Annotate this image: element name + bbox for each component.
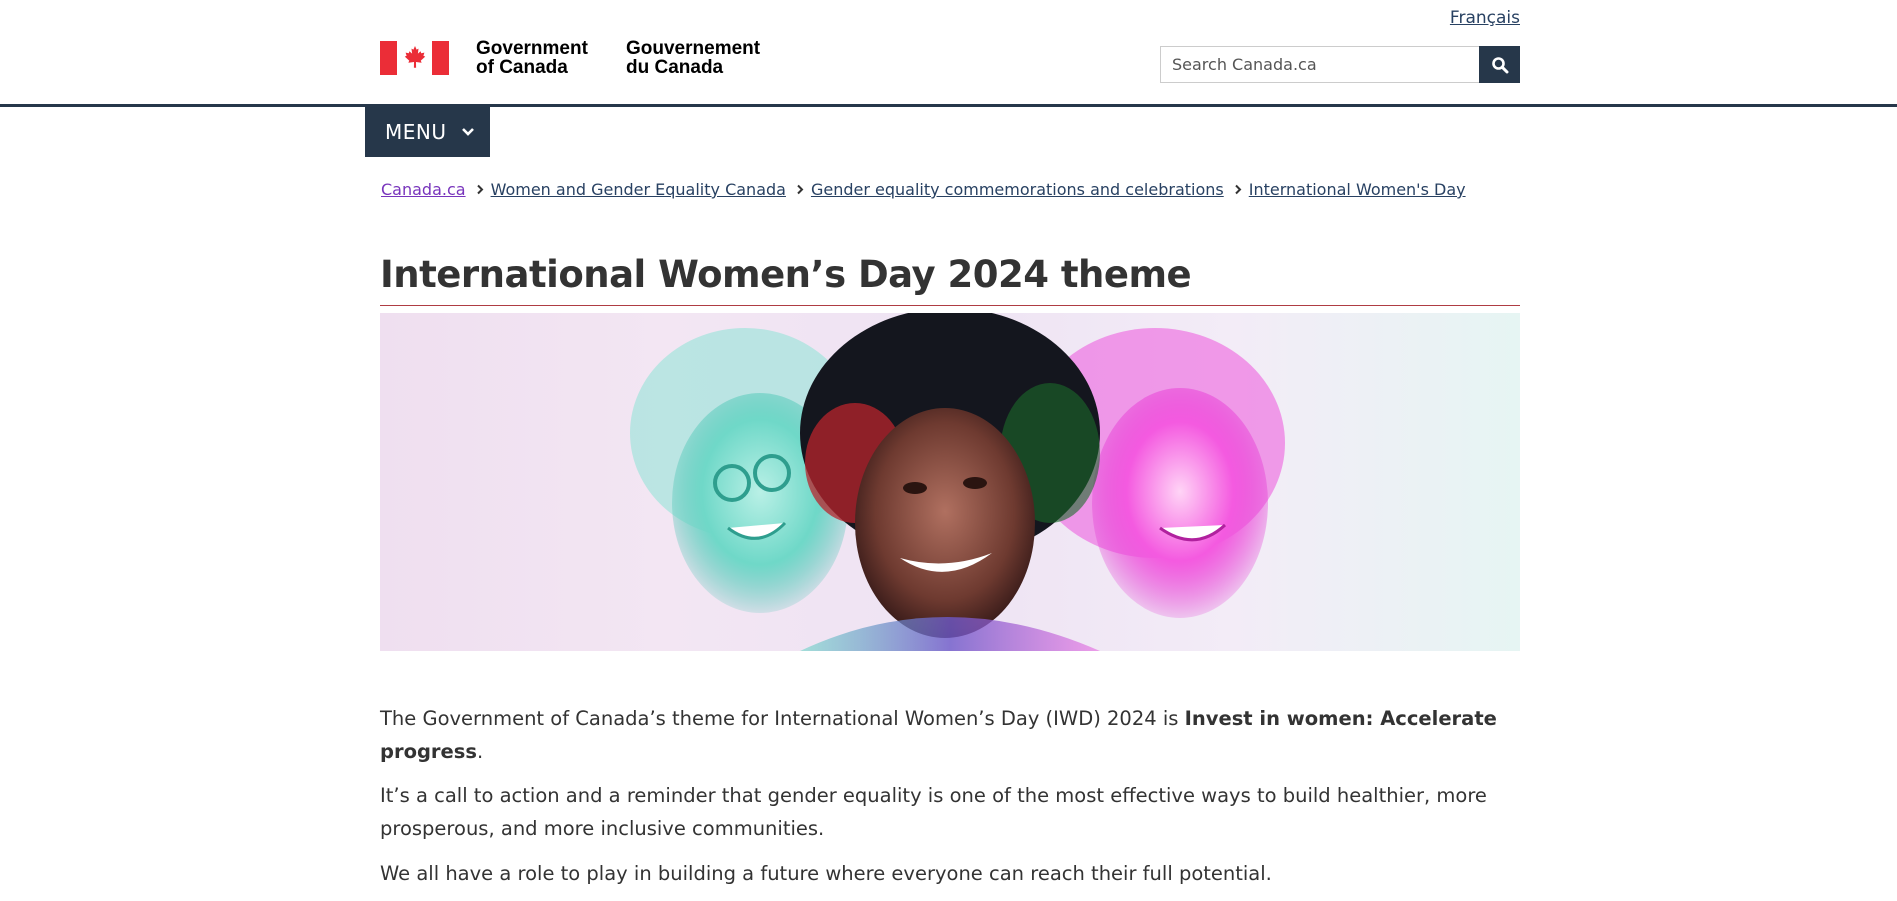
page-title: International Women’s Day 2024 theme	[380, 253, 1520, 306]
chevron-right-icon	[476, 184, 484, 195]
canada-flag-icon	[380, 41, 449, 75]
site-header: Français Government of Canada Gouverneme…	[0, 0, 1897, 107]
hero-image	[380, 313, 1520, 651]
language-toggle-link[interactable]: Français	[1450, 8, 1520, 28]
search-button[interactable]	[1479, 46, 1520, 83]
search-icon	[1491, 56, 1508, 73]
signature-english: Government of Canada	[476, 38, 588, 78]
breadcrumb-link-wage[interactable]: Women and Gender Equality Canada	[491, 180, 786, 199]
menu-button[interactable]: MENU	[365, 107, 490, 157]
breadcrumb-link-canada[interactable]: Canada.ca	[381, 180, 466, 199]
search-form	[1160, 46, 1520, 83]
chevron-down-icon	[461, 127, 475, 137]
breadcrumb: Canada.ca Women and Gender Equality Cana…	[381, 180, 1466, 199]
government-signature[interactable]: Government of Canada Gouvernement du Can…	[380, 38, 776, 78]
role-paragraph: We all have a role to play in building a…	[380, 862, 1272, 885]
search-input[interactable]	[1160, 46, 1479, 83]
intro-paragraph: The Government of Canada’s theme for Int…	[380, 707, 1497, 763]
breadcrumb-link-commemorations[interactable]: Gender equality commemorations and celeb…	[811, 180, 1224, 199]
chevron-right-icon	[1234, 184, 1242, 195]
chevron-right-icon	[796, 184, 804, 195]
call-to-action-paragraph: It’s a call to action and a reminder tha…	[380, 784, 1487, 840]
signature-french: Gouvernement du Canada	[626, 38, 761, 78]
breadcrumb-link-iwd[interactable]: International Women's Day	[1249, 180, 1466, 199]
menu-label: MENU	[385, 120, 447, 144]
